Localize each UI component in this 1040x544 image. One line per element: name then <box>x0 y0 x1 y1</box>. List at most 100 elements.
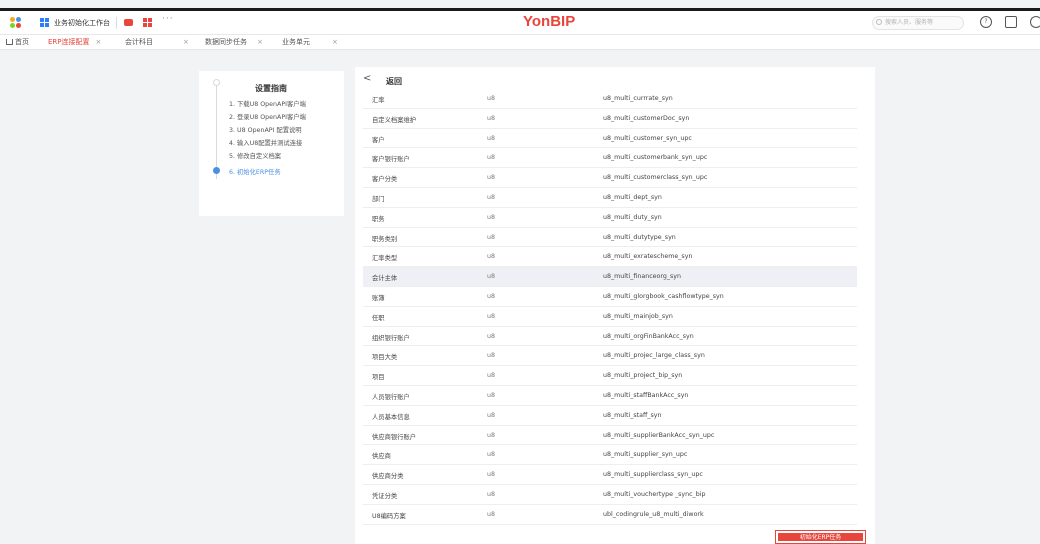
row-name: 客户分类 <box>372 176 398 184</box>
row-source: u8 <box>487 352 495 360</box>
row-task: u8_multi_staff_syn <box>603 411 662 419</box>
row-task: u8_multi_exratescheme_syn <box>603 253 693 261</box>
task-list: 汇率 u8 u8_multi_currrate_syn 自定义档案维护 u8 u8_mul… <box>363 89 857 525</box>
guide-step-6[interactable]: 6. 初始化ERP任务 <box>229 167 281 176</box>
row-task: u8_multi_customerbank_syn_upc <box>603 154 708 162</box>
timeline-active-dot <box>213 167 220 174</box>
guide-step-4[interactable]: 4. 输入U8配置并测试连接 <box>229 138 302 147</box>
back-chevron-icon[interactable]: < <box>363 73 371 84</box>
row-task: u8_multi_orgFinBankAcc_syn <box>603 332 694 340</box>
row-source: u8 <box>487 134 495 142</box>
table-row[interactable]: 汇率类型 u8 u8_multi_exratescheme_syn <box>363 247 857 268</box>
help-icon[interactable]: ? <box>980 16 992 28</box>
row-task: u8_multi_customer_syn_upc <box>603 134 692 142</box>
row-name: 任职 <box>372 314 385 322</box>
table-row[interactable]: 客户 u8 u8_multi_customer_syn_upc <box>363 129 857 149</box>
search-placeholder: 搜索人员、服务等 <box>885 19 934 26</box>
row-name: 客户 <box>372 136 385 144</box>
row-task: u8_multi_mainjob_syn <box>603 312 673 320</box>
close-icon[interactable]: × <box>257 38 263 46</box>
row-source: u8 <box>487 114 495 122</box>
row-source: u8 <box>487 213 495 221</box>
table-row[interactable]: 职务类别 u8 u8_multi_dutytype_syn <box>363 228 857 248</box>
table-row[interactable]: 人员银行账户 u8 u8_multi_staffBankAcc_syn <box>363 386 857 406</box>
more-icon[interactable]: ··· <box>162 14 174 24</box>
row-name: 部门 <box>372 195 385 203</box>
table-row[interactable]: 账簿 u8 u8_multi_glorgbook_cashflowtype_syn <box>363 287 857 307</box>
tab-label: ERP连接配置 <box>48 38 90 46</box>
guide-title: 设置指南 <box>255 84 287 93</box>
table-row[interactable]: 任职 u8 u8_multi_mainjob_syn <box>363 307 857 327</box>
row-task: u8_multi_supplierBankAcc_syn_upc <box>603 431 715 439</box>
guide-step-2[interactable]: 2. 登录U8 OpenAPI客户端 <box>229 112 306 121</box>
table-row[interactable]: 凭证分类 u8 u8_multi_vouchertype _sync_bip <box>363 485 857 505</box>
row-task: u8_multi_projec_large_class_syn <box>603 352 705 360</box>
tab-business-unit[interactable]: 业务单元 × <box>282 35 338 50</box>
row-name: 项目大类 <box>372 354 398 362</box>
red-app-icon[interactable] <box>124 19 133 26</box>
table-row[interactable]: 客户银行账户 u8 u8_multi_customerbank_syn_upc <box>363 148 857 169</box>
grid-icon[interactable] <box>143 18 152 27</box>
back-button[interactable]: 返回 <box>386 76 402 87</box>
tab-erp-connection[interactable]: ERP连接配置 × <box>48 35 101 50</box>
row-task: u8_multi_vouchertype _sync_bip <box>603 490 706 498</box>
guide-step-5[interactable]: 5. 修改自定义档案 <box>229 151 281 160</box>
row-source: u8 <box>487 292 495 300</box>
row-source: u8 <box>487 253 495 261</box>
top-bar: 业务初始化工作台 ··· YonBIP 搜索人员、服务等 ? <box>0 11 1040 35</box>
init-erp-task-button[interactable]: 初始化ERP任务 <box>775 530 866 544</box>
row-name: 汇率类型 <box>372 255 398 263</box>
tab-bar: 首页 ERP连接配置 × 会计科目 × 数据同步任务 × 业务单元 × <box>0 35 1040 50</box>
row-task: u8_multi_dept_syn <box>603 193 662 201</box>
refresh-icon[interactable] <box>1030 16 1040 28</box>
table-row[interactable]: 人员基本信息 u8 u8_multi_staff_syn <box>363 406 857 426</box>
table-row[interactable]: 供应商分类 u8 u8_multi_supplierclass_syn_upc <box>363 465 857 485</box>
task-panel: < 返回 汇率 u8 u8_multi_currrate_syn 自定义档案维护 u8 u… <box>355 67 875 544</box>
table-row[interactable]: 项目 u8 u8_multi_project_bip_syn <box>363 366 857 386</box>
table-row[interactable]: 汇率 u8 u8_multi_currrate_syn <box>363 89 857 109</box>
app-grid-icon[interactable] <box>10 17 22 29</box>
row-source: u8 <box>487 451 495 459</box>
message-icon[interactable] <box>1005 16 1017 28</box>
table-row[interactable]: 供应商银行账户 u8 u8_multi_supplierBankAcc_syn_up… <box>363 426 857 446</box>
search-input[interactable]: 搜索人员、服务等 <box>872 16 964 30</box>
table-row[interactable]: U8编码方案 u8 ubl_codingrule_u8_multi_diwork <box>363 505 857 525</box>
tab-data-sync[interactable]: 数据同步任务 × <box>205 35 263 50</box>
row-name: 会计主体 <box>372 275 398 283</box>
row-source: u8 <box>487 431 495 439</box>
tab-accounting-subjects[interactable]: 会计科目 × <box>125 35 189 50</box>
close-icon[interactable]: × <box>96 38 102 46</box>
close-icon[interactable]: × <box>183 38 189 46</box>
guide-step-3[interactable]: 3. U8 OpenAPI 配置说明 <box>229 125 302 134</box>
row-name: 职务类别 <box>372 235 398 243</box>
workbench-title[interactable]: 业务初始化工作台 <box>54 16 110 30</box>
row-task: u8_multi_dutytype_syn <box>603 233 676 241</box>
close-icon[interactable]: × <box>332 38 338 46</box>
guide-step-1[interactable]: 1. 下载U8 OpenAPI客户端 <box>229 99 306 108</box>
row-source: u8 <box>487 332 495 340</box>
table-row[interactable]: 自定义档案维护 u8 u8_multi_customerDoc_syn <box>363 109 857 129</box>
row-name: 组织银行账户 <box>372 334 410 342</box>
table-row[interactable]: 部门 u8 u8_multi_dept_syn <box>363 188 857 208</box>
table-row[interactable]: 供应商 u8 u8_multi_supplier_syn_upc <box>363 445 857 466</box>
tab-home[interactable]: 首页 <box>6 35 29 50</box>
row-name: 人员基本信息 <box>372 413 410 421</box>
row-source: u8 <box>487 312 495 320</box>
row-name: 凭证分类 <box>372 492 398 500</box>
row-task: u8_multi_supplierclass_syn_upc <box>603 471 703 479</box>
timeline-start-dot <box>213 79 220 86</box>
row-task: u8_multi_glorgbook_cashflowtype_syn <box>603 292 724 300</box>
table-row[interactable]: 会计主体 u8 u8_multi_financeorg_syn <box>363 267 857 287</box>
divider <box>116 17 117 29</box>
row-task: u8_multi_financeorg_syn <box>603 273 682 281</box>
row-name: 职务 <box>372 215 385 223</box>
row-source: u8 <box>487 372 495 380</box>
table-row[interactable]: 项目大类 u8 u8_multi_projec_large_class_syn <box>363 346 857 367</box>
table-row[interactable]: 客户分类 u8 u8_multi_customerclass_syn_upc <box>363 168 857 188</box>
row-task: u8_multi_customerDoc_syn <box>603 114 690 122</box>
row-source: u8 <box>487 471 495 479</box>
table-row[interactable]: 职务 u8 u8_multi_duty_syn <box>363 208 857 228</box>
tab-label: 首页 <box>15 38 29 46</box>
table-row[interactable]: 组织银行账户 u8 u8_multi_orgFinBankAcc_syn <box>363 327 857 347</box>
home-icon <box>6 39 13 45</box>
